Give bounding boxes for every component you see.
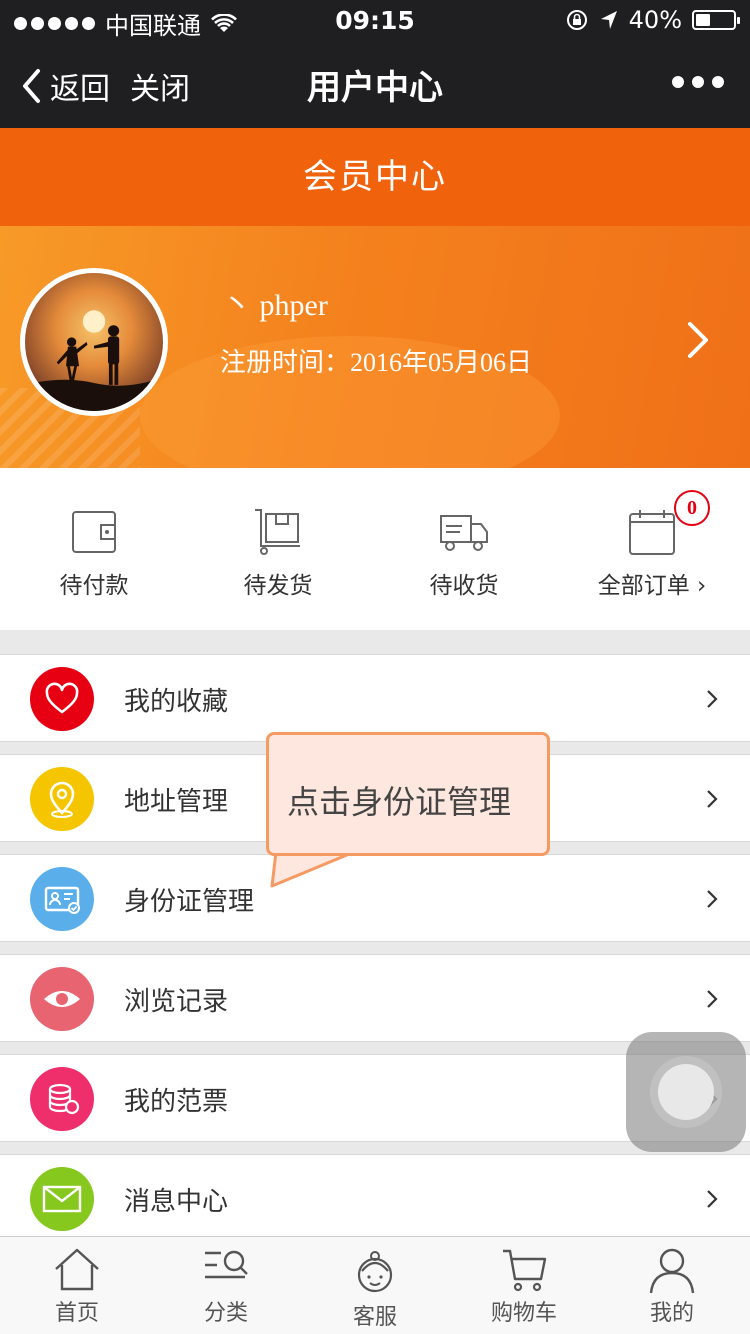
order-label: 全部订单 ›: [597, 573, 707, 599]
tab-label: 购物车: [490, 1301, 557, 1326]
order-count-badge: 0: [674, 490, 710, 526]
tab-service[interactable]: 客服: [300, 1237, 450, 1334]
menu-item-messages[interactable]: 消息中心: [0, 1154, 750, 1242]
section-title: 会员中心: [0, 128, 750, 226]
home-icon: [55, 1248, 99, 1291]
menu-item-label: 身份证管理: [124, 887, 255, 917]
menu-item-history[interactable]: 浏览记录: [0, 954, 750, 1042]
menu-item-id-card[interactable]: 身份证管理: [0, 854, 750, 942]
order-pending-payment[interactable]: 待付款: [0, 468, 188, 630]
status-bar: 中国联通 09:15 40%: [0, 0, 750, 40]
top-bar: 中国联通 09:15 40% 返回 关闭 用户中心: [0, 0, 750, 128]
menu-item-label: 消息中心: [124, 1187, 229, 1217]
location-pin-icon: [30, 767, 94, 831]
menu-item-favorites[interactable]: 我的收藏: [0, 654, 750, 742]
coins-icon: [30, 1067, 94, 1131]
rotation-lock-icon: [566, 10, 587, 30]
tab-label: 客服: [352, 1305, 397, 1330]
order-pending-shipment[interactable]: 待发货: [184, 468, 372, 630]
user-icon: [649, 1248, 695, 1294]
username: 丶 phper: [222, 289, 328, 322]
heart-icon: [30, 667, 94, 731]
tab-profile[interactable]: 我的: [597, 1237, 747, 1334]
avatar-image: [25, 310, 163, 411]
menu-item-label: 地址管理: [124, 787, 229, 817]
tab-cart[interactable]: 购物车: [449, 1237, 599, 1334]
wallet-icon: [72, 511, 116, 553]
location-arrow-icon: [600, 11, 617, 29]
tab-label: 首页: [54, 1301, 99, 1326]
assistive-touch-button[interactable]: [626, 1032, 746, 1152]
profile-card[interactable]: 丶 phper 注册时间：2016年05月06日: [0, 226, 750, 468]
menu-item-label: 我的范票: [124, 1087, 229, 1117]
battery-percent: 40%: [628, 6, 682, 34]
page-title: 用户中心: [307, 68, 443, 108]
tooltip-text: 点击身份证管理: [287, 783, 512, 821]
chevron-right-icon: [707, 1190, 718, 1208]
page: 中国联通 09:15 40% 返回 关闭 用户中心 会员中心 丶 phper 注…: [0, 0, 750, 1334]
nav-bar: 返回 关闭 用户中心: [0, 40, 750, 128]
order-label: 待收货: [429, 573, 499, 599]
customer-service-icon: [357, 1251, 393, 1293]
menu-item-label: 我的收藏: [124, 687, 229, 717]
id-card-icon: [30, 867, 94, 931]
tab-home[interactable]: 首页: [2, 1237, 152, 1334]
chevron-right-icon: [707, 790, 718, 808]
chevron-right-icon[interactable]: [686, 320, 710, 360]
order-pending-receipt[interactable]: 待收货: [370, 468, 558, 630]
mail-icon: [30, 1167, 94, 1231]
orders-panel: 待付款 待发货 待收货 全部订单 ›: [0, 468, 750, 630]
chevron-right-icon: [707, 990, 718, 1008]
category-search-icon: [205, 1250, 248, 1279]
cart-icon: [503, 1249, 547, 1292]
chevron-right-icon: [707, 690, 718, 708]
tab-category[interactable]: 分类: [151, 1237, 301, 1334]
calendar-icon: [629, 510, 675, 555]
more-menu-button[interactable]: [672, 76, 724, 88]
tab-label: 分类: [203, 1301, 248, 1326]
bottom-tab-bar: 首页 分类 客服 购物车 我的: [0, 1236, 750, 1334]
assist-core: [658, 1064, 714, 1120]
menu-item-label: 浏览记录: [124, 987, 229, 1017]
status-right: 40%: [565, 6, 740, 34]
tab-label: 我的: [649, 1301, 694, 1326]
avatar[interactable]: [20, 268, 168, 416]
package-cart-icon: [255, 509, 300, 555]
order-label: 待发货: [243, 573, 313, 599]
truck-icon: [440, 515, 488, 551]
tooltip-callout: 点击身份证管理: [266, 732, 550, 856]
order-label: 待付款: [59, 573, 129, 599]
chevron-right-icon: [707, 890, 718, 908]
registration-date: 注册时间：2016年05月06日: [220, 348, 533, 377]
battery-icon: [692, 10, 740, 30]
eye-icon: [30, 967, 94, 1031]
tooltip-tail: [270, 850, 355, 888]
order-all[interactable]: 全部订单 ›: [558, 468, 746, 630]
